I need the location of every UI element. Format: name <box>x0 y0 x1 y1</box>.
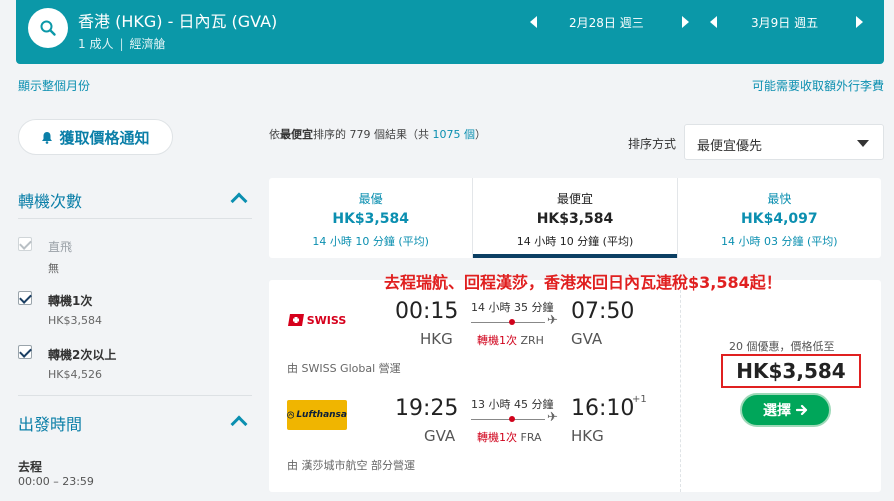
results-total-link[interactable]: 1075 個 <box>433 128 476 141</box>
tab-duration: 14 小時 10 分鐘 (平均) <box>516 235 634 248</box>
route-title[interactable]: 香港 (HKG) - 日內瓦 (GVA) <box>78 8 277 32</box>
tab-name: 最便宜 <box>556 192 593 206</box>
divider <box>18 395 252 396</box>
airline-name: Lufthansa <box>296 410 347 420</box>
crane-icon <box>287 411 295 419</box>
arrow-right-icon <box>796 404 808 416</box>
sort-select[interactable]: 最便宜優先 <box>684 124 884 160</box>
swiss-logo: SWISS <box>287 305 347 335</box>
separator: | <box>119 37 124 51</box>
collapse-depart-time-icon[interactable] <box>230 415 248 433</box>
cabin-class: 經濟艙 <box>129 37 166 51</box>
passenger-count: 1 成人 <box>78 37 114 51</box>
depart-date-group: 2月28日 週三 <box>530 12 689 32</box>
sort-value: 最便宜優先 <box>697 139 763 154</box>
collapse-stops-icon[interactable] <box>230 192 248 210</box>
nonstop-checkbox <box>18 237 32 251</box>
stops-filter-title[interactable]: 轉機次數 <box>18 188 82 212</box>
search-icon <box>40 20 56 36</box>
day-offset: +1 <box>632 394 647 405</box>
stop-airport[interactable]: ZRH <box>521 334 544 347</box>
tab-cheapest[interactable]: 最便宜 HK$3,584 14 小時 10 分鐘 (平均) <box>472 178 677 258</box>
return-duration: 13 小時 45 分鐘 <box>471 398 554 411</box>
depart-date[interactable]: 2月28日 週三 <box>569 14 644 31</box>
plane-icon: ✈ <box>547 410 558 425</box>
outbound-stops: 轉機1次 ZRH <box>477 332 544 348</box>
next-return-date-icon[interactable] <box>856 16 864 28</box>
sort-label: 排序方式 <box>628 137 677 151</box>
multi-stop-price: HK$4,526 <box>48 368 102 381</box>
results-middle: 排序的 779 個結果（共 <box>313 128 429 141</box>
outbound-arrive-time: 07:50 <box>571 299 635 324</box>
return-operator: 由 漢莎城市航空 部分營運 <box>287 459 415 472</box>
nonstop-price: 無 <box>48 262 59 275</box>
tab-duration: 14 小時 10 分鐘 (平均) <box>312 235 429 248</box>
outbound-depart-time: 00:15 <box>395 299 459 324</box>
next-depart-date-icon[interactable] <box>681 16 689 28</box>
price-alert-button[interactable]: 獲取價格通知 <box>18 119 173 155</box>
stop-dot <box>509 416 515 422</box>
lowest-price: HK$3,584 <box>721 354 861 388</box>
tab-name: 最快 <box>767 192 792 206</box>
stop-dot <box>509 319 515 325</box>
swiss-flag-icon <box>287 314 304 326</box>
trip-details[interactable]: 1 成人 | 經濟艙 <box>78 35 166 52</box>
plane-icon: ✈ <box>547 313 558 328</box>
return-date-group: 3月9日 週五 <box>710 12 864 32</box>
bell-icon <box>42 131 53 144</box>
promo-annotation: 去程瑞航、回程漢莎，香港來回日內瓦連稅$3,584起！ <box>384 273 782 292</box>
outbound-duration: 14 小時 35 分鐘 <box>471 301 554 314</box>
return-origin: GVA <box>424 427 456 445</box>
caret-down-icon <box>857 140 869 147</box>
tab-name: 最優 <box>358 192 383 206</box>
return-destination: HKG <box>571 427 604 445</box>
search-header: 香港 (HKG) - 日內瓦 (GVA) 1 成人 | 經濟艙 2月28日 週三 3… <box>16 0 884 64</box>
outbound-route-line <box>471 322 545 323</box>
lufthansa-logo: Lufthansa <box>287 400 347 430</box>
outbound-origin: HKG <box>420 330 453 348</box>
outbound-operator: 由 SWISS Global 營運 <box>287 362 401 375</box>
outbound-time-range: 00:00 – 23:59 <box>18 475 94 488</box>
tab-price: HK$3,584 <box>536 211 614 227</box>
select-label: 選擇 <box>763 403 791 419</box>
stops-count: 轉機1次 <box>477 431 517 444</box>
one-stop-price: HK$3,584 <box>48 314 102 327</box>
results-suffix: ） <box>475 128 486 141</box>
card-divider <box>680 280 681 492</box>
divider <box>18 218 252 219</box>
show-month-link[interactable]: 顯示整個月份 <box>18 77 90 94</box>
return-date[interactable]: 3月9日 週五 <box>751 14 818 31</box>
depart-time-filter-title[interactable]: 出發時間 <box>18 411 82 435</box>
nonstop-label: 直飛 <box>48 240 73 254</box>
stop-airport[interactable]: FRA <box>521 431 542 444</box>
select-button[interactable]: 選擇 <box>740 393 831 427</box>
prev-return-date-icon[interactable] <box>710 16 717 28</box>
deals-count: 20 個優惠，價格低至 <box>729 340 835 353</box>
tab-price: HK$4,097 <box>741 211 818 227</box>
sort-tabs: 最優 HK$3,584 14 小時 10 分鐘 (平均) 最便宜 HK$3,58… <box>269 178 881 258</box>
prev-depart-date-icon[interactable] <box>530 16 537 28</box>
airline-name: SWISS <box>306 313 347 327</box>
baggage-fee-link[interactable]: 可能需要收取額外行李費 <box>752 77 884 94</box>
return-arrive-time: 16:10 <box>571 396 635 421</box>
tab-best[interactable]: 最優 HK$3,584 14 小時 10 分鐘 (平均) <box>269 178 472 258</box>
tab-fastest[interactable]: 最快 HK$4,097 14 小時 03 分鐘 (平均) <box>676 178 881 258</box>
return-depart-time: 19:25 <box>395 396 459 421</box>
results-prefix: 依 <box>269 128 280 141</box>
results-count: 依最便宜排序的 779 個結果（共 1075 個） <box>269 126 486 142</box>
one-stop-label[interactable]: 轉機1次 <box>48 292 92 309</box>
stops-count: 轉機1次 <box>477 334 517 347</box>
outbound-label: 去程 <box>18 460 43 474</box>
price-alert-label: 獲取價格通知 <box>59 128 150 147</box>
return-route-line <box>471 419 545 420</box>
multi-stop-label[interactable]: 轉機2次以上 <box>48 346 116 363</box>
search-button[interactable] <box>28 8 68 48</box>
tab-price: HK$3,584 <box>332 211 409 227</box>
tab-duration: 14 小時 03 分鐘 (平均) <box>721 235 838 248</box>
outbound-destination: GVA <box>571 330 603 348</box>
return-stops: 轉機1次 FRA <box>477 429 542 445</box>
multi-stop-checkbox[interactable] <box>18 345 32 359</box>
one-stop-checkbox[interactable] <box>18 291 32 305</box>
results-sort-name: 最便宜 <box>280 128 313 141</box>
